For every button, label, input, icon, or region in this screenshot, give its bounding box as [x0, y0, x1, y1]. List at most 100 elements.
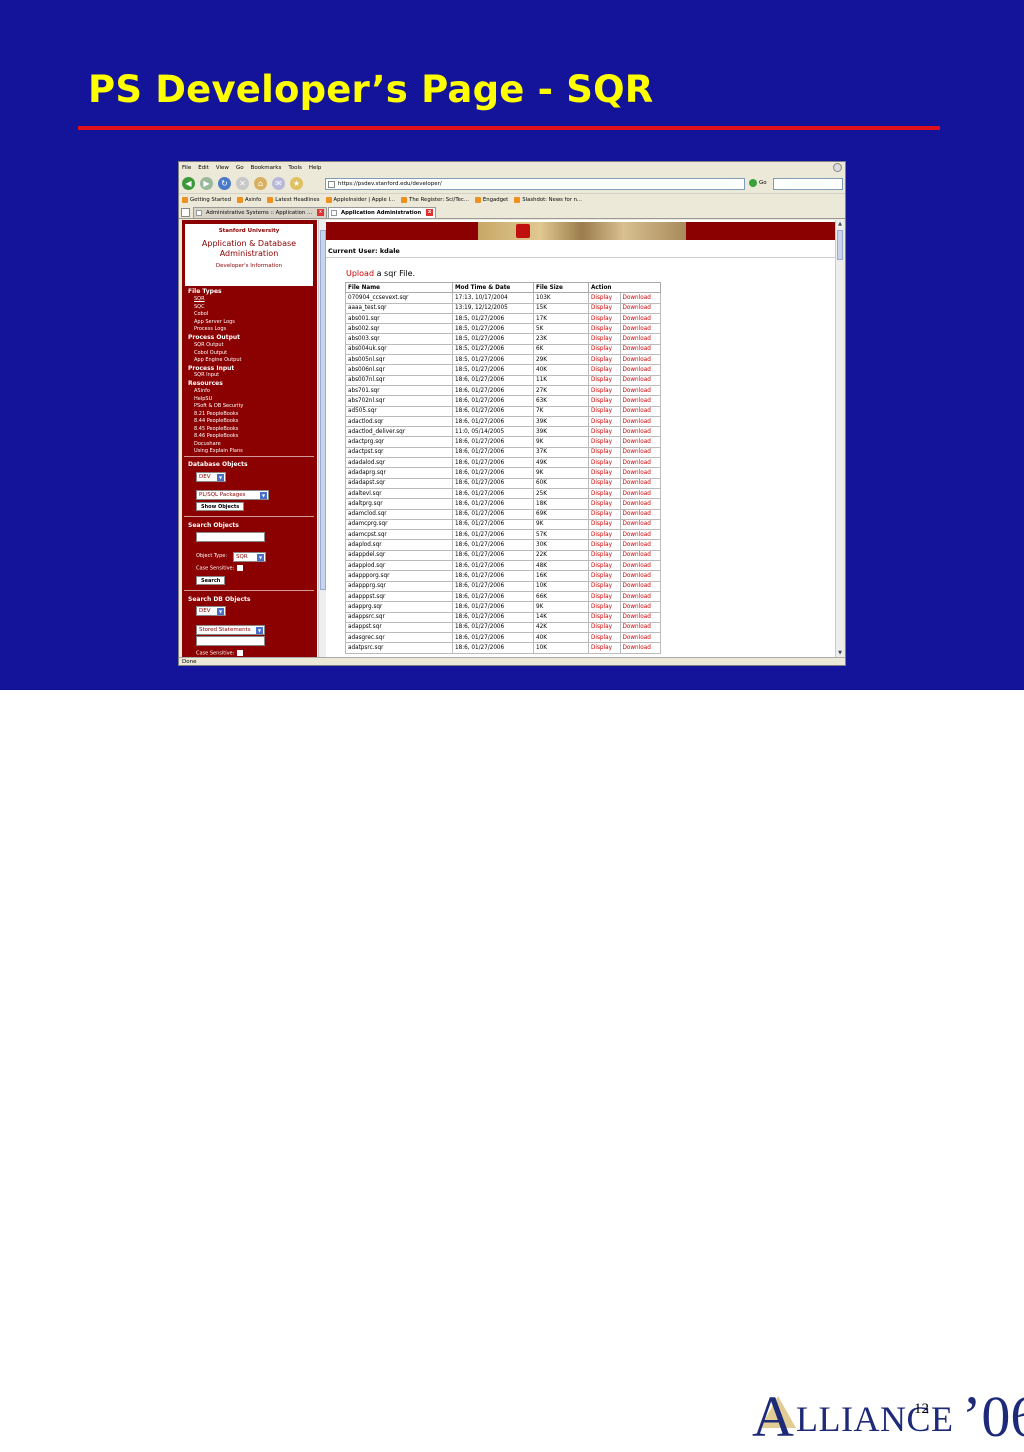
- sidebar-link[interactable]: 8.21 PeopleBooks: [194, 411, 238, 417]
- sidebar-link[interactable]: Docushare: [194, 441, 221, 447]
- download-link[interactable]: Download: [619, 621, 662, 634]
- menu-file[interactable]: File: [182, 165, 191, 171]
- download-link[interactable]: Download: [619, 405, 662, 417]
- close-tab-icon[interactable]: x: [317, 209, 325, 216]
- object-type-select[interactable]: SQR ▼: [233, 552, 266, 562]
- db-type-select[interactable]: PL/SQL Packages ▼: [196, 490, 269, 500]
- show-objects-button[interactable]: Show Objects: [196, 502, 245, 511]
- download-link[interactable]: Download: [619, 487, 662, 500]
- display-link[interactable]: Display: [588, 446, 621, 459]
- download-link[interactable]: Download: [619, 446, 662, 459]
- display-link[interactable]: Display: [588, 580, 621, 592]
- download-link[interactable]: Download: [619, 642, 662, 654]
- download-link[interactable]: Download: [619, 477, 662, 489]
- download-link[interactable]: Download: [619, 426, 662, 438]
- download-link[interactable]: Download: [619, 467, 662, 479]
- download-link[interactable]: Download: [619, 354, 662, 366]
- mail-icon[interactable]: ✉: [272, 177, 285, 190]
- display-link[interactable]: Display: [588, 343, 621, 356]
- download-link[interactable]: Download: [619, 498, 662, 510]
- download-link[interactable]: Download: [619, 384, 662, 397]
- tab-application-administration[interactable]: Application Administration x: [328, 207, 437, 218]
- display-link[interactable]: Display: [588, 621, 621, 634]
- download-link[interactable]: Download: [619, 590, 662, 603]
- search-db-env-select[interactable]: DEV ▼: [196, 606, 226, 616]
- display-link[interactable]: Display: [588, 508, 621, 520]
- search-db-type-select[interactable]: Stored Statements ▼: [196, 625, 265, 635]
- bookmark-item[interactable]: Getting Started: [182, 197, 231, 203]
- sidebar-link[interactable]: Cobol Output: [194, 350, 227, 356]
- download-link[interactable]: Download: [619, 302, 662, 314]
- display-link[interactable]: Display: [588, 467, 621, 479]
- display-link[interactable]: Display: [588, 354, 621, 366]
- download-link[interactable]: Download: [619, 292, 662, 304]
- download-link[interactable]: Download: [619, 323, 662, 335]
- sidebar-link[interactable]: HelpSU: [194, 396, 212, 402]
- download-link[interactable]: Download: [619, 436, 662, 448]
- display-link[interactable]: Display: [588, 632, 621, 644]
- display-link[interactable]: Display: [588, 457, 621, 469]
- download-link[interactable]: Download: [619, 457, 662, 469]
- tab-administrative-systems[interactable]: Administrative Systems :: Application ..…: [193, 207, 328, 218]
- stop-icon[interactable]: ✕: [236, 177, 249, 190]
- scrollbar-thumb[interactable]: [837, 230, 843, 260]
- download-link[interactable]: Download: [619, 518, 662, 531]
- sidebar-link[interactable]: App Engine Output: [194, 357, 241, 363]
- menu-view[interactable]: View: [216, 165, 229, 171]
- display-link[interactable]: Display: [588, 323, 621, 335]
- display-link[interactable]: Display: [588, 436, 621, 448]
- menu-tools[interactable]: Tools: [288, 165, 302, 171]
- menu-go[interactable]: Go: [236, 165, 244, 171]
- display-link[interactable]: Display: [588, 601, 621, 613]
- bookmark-item[interactable]: Slashdot: News for n...: [514, 197, 582, 203]
- download-link[interactable]: Download: [619, 343, 662, 356]
- home-icon[interactable]: ⌂: [254, 177, 267, 190]
- bookmark-item[interactable]: The Register: Sci/Tec...: [401, 197, 469, 203]
- download-link[interactable]: Download: [619, 364, 662, 376]
- menu-bookmarks[interactable]: Bookmarks: [251, 165, 282, 171]
- reload-icon[interactable]: ↻: [218, 177, 231, 190]
- main-scrollbar[interactable]: ▲ ▼: [835, 220, 843, 657]
- download-link[interactable]: Download: [619, 570, 662, 582]
- sidebar-link[interactable]: SQC: [194, 304, 205, 310]
- case-sensitive-checkbox[interactable]: [237, 650, 244, 656]
- download-link[interactable]: Download: [619, 560, 662, 572]
- db-env-select[interactable]: DEV ▼: [196, 472, 226, 482]
- display-link[interactable]: Display: [588, 364, 621, 376]
- back-arrow-icon[interactable]: ◀: [182, 177, 195, 190]
- sidebar-link[interactable]: Using Explain Plans: [194, 448, 243, 454]
- sidebar-link[interactable]: SQR: [194, 296, 205, 302]
- sidebar-link[interactable]: 8.45 PeopleBooks: [194, 426, 238, 432]
- display-link[interactable]: Display: [588, 549, 621, 562]
- go-button[interactable]: Go: [749, 179, 767, 187]
- download-link[interactable]: Download: [619, 580, 662, 592]
- upload-link[interactable]: Upload: [346, 269, 374, 278]
- sidebar-link[interactable]: 8.46 PeopleBooks: [194, 433, 238, 439]
- sidebar-link[interactable]: App Server Logs: [194, 319, 235, 325]
- sidebar-link[interactable]: Cobol: [194, 311, 208, 317]
- menu-edit[interactable]: Edit: [198, 165, 209, 171]
- sidebar-link[interactable]: ASinfo: [194, 388, 210, 394]
- download-link[interactable]: Download: [619, 632, 662, 644]
- bookmark-item[interactable]: Latest Headlines: [267, 197, 320, 203]
- display-link[interactable]: Display: [588, 415, 621, 428]
- display-link[interactable]: Display: [588, 642, 621, 654]
- search-db-input[interactable]: [196, 636, 265, 646]
- download-link[interactable]: Download: [619, 611, 662, 623]
- scroll-up-icon[interactable]: ▲: [836, 220, 843, 228]
- display-link[interactable]: Display: [588, 487, 621, 500]
- download-link[interactable]: Download: [619, 395, 662, 407]
- download-link[interactable]: Download: [619, 374, 662, 386]
- sidebar-link[interactable]: PSoft & DB Security: [194, 403, 243, 409]
- display-link[interactable]: Display: [588, 405, 621, 417]
- bookmark-item[interactable]: Engadget: [474, 197, 508, 203]
- display-link[interactable]: Display: [588, 498, 621, 510]
- bookmark-icon[interactable]: ★: [290, 177, 303, 190]
- sidebar-scrollbar[interactable]: [318, 220, 326, 657]
- display-link[interactable]: Display: [588, 395, 621, 407]
- case-sensitive-checkbox[interactable]: [237, 565, 244, 571]
- display-link[interactable]: Display: [588, 302, 621, 314]
- bookmark-item[interactable]: AppleInsider | Apple I...: [325, 197, 395, 203]
- display-link[interactable]: Display: [588, 333, 621, 345]
- search-objects-input[interactable]: [196, 532, 265, 542]
